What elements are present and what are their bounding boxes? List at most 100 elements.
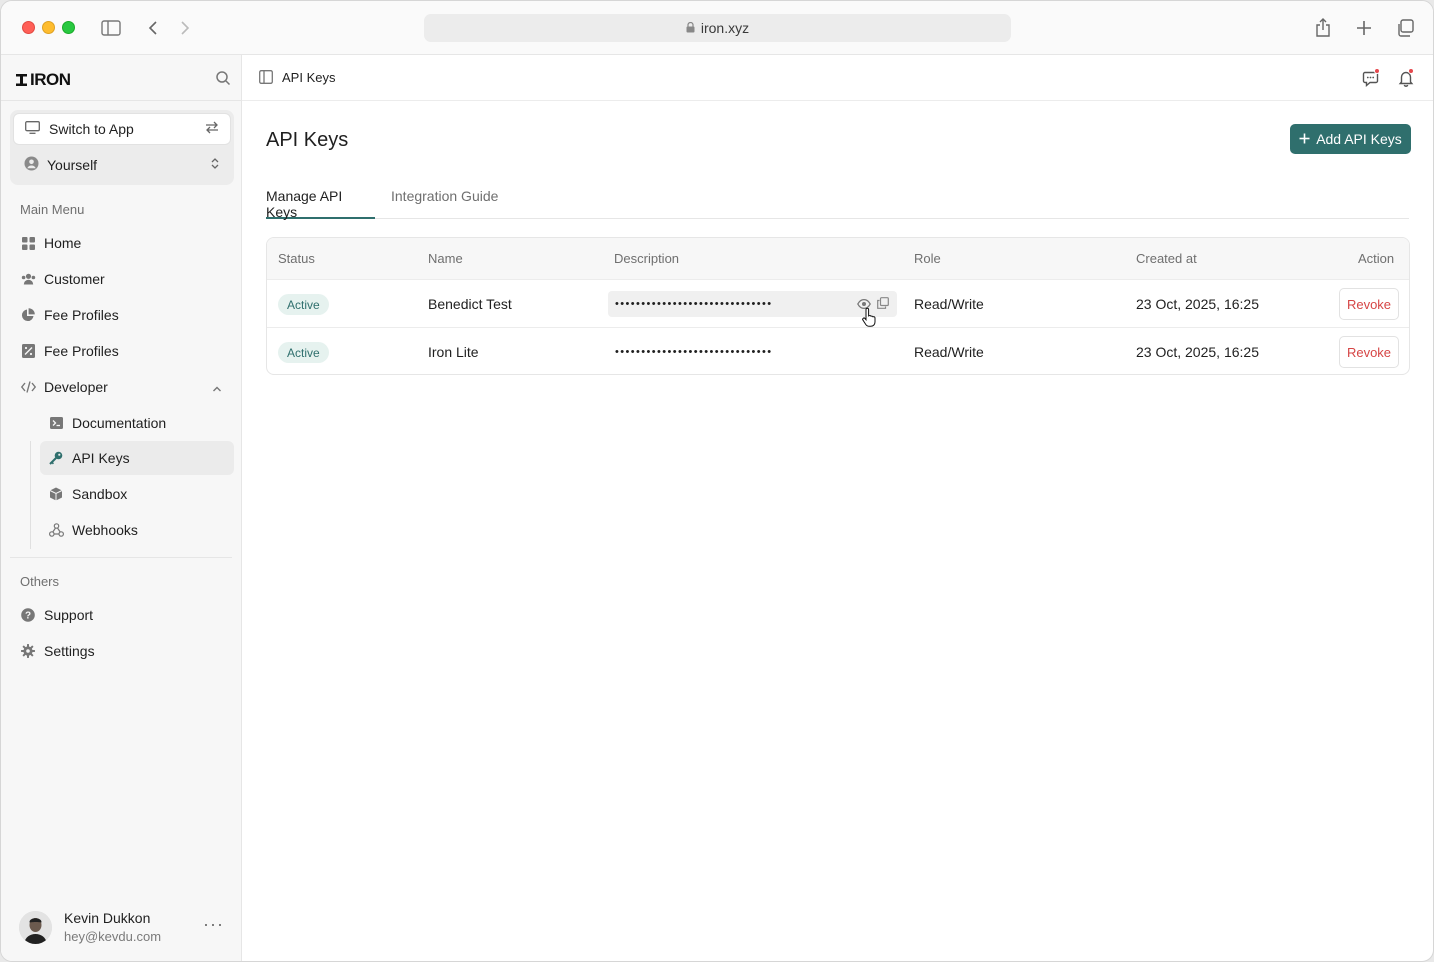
browser-toolbar: iron.xyz bbox=[1, 1, 1433, 55]
user-email: hey@kevdu.com bbox=[64, 929, 162, 944]
sidebar-item-label: Settings bbox=[44, 643, 95, 659]
key-created-at: 23 Oct, 2025, 16:25 bbox=[1136, 344, 1259, 360]
sidebar-item-developer[interactable]: Developer bbox=[12, 370, 234, 404]
sidebar-item-fee-profiles[interactable]: Fee Profiles bbox=[12, 298, 234, 332]
revoke-button[interactable]: Revoke bbox=[1339, 336, 1399, 368]
minimize-window-button[interactable] bbox=[42, 21, 55, 34]
avatar bbox=[19, 910, 52, 944]
monitor-icon bbox=[25, 121, 40, 137]
sidebar-item-webhooks[interactable]: Webhooks bbox=[40, 513, 234, 547]
submenu-rail bbox=[30, 441, 31, 549]
sidebar-item-label: Home bbox=[44, 235, 82, 251]
close-window-button[interactable] bbox=[22, 21, 35, 34]
maximize-window-button[interactable] bbox=[62, 21, 75, 34]
revoke-button[interactable]: Revoke bbox=[1339, 288, 1399, 320]
key-created-at: 23 Oct, 2025, 16:25 bbox=[1136, 296, 1259, 312]
panel-toggle-icon[interactable] bbox=[259, 70, 273, 89]
switch-to-app-label: Switch to App bbox=[49, 121, 134, 137]
sidebar: IRON Switch to App Yourself Main Menu Ho… bbox=[1, 55, 242, 961]
tab-overview-icon[interactable] bbox=[1394, 17, 1416, 39]
user-profile[interactable]: Kevin Dukkon hey@kevdu.com ··· bbox=[19, 909, 233, 945]
sidebar-item-fee-profiles-2[interactable]: Fee Profiles bbox=[12, 334, 234, 368]
sidebar-item-label: Developer bbox=[44, 379, 108, 395]
swap-icon bbox=[205, 121, 219, 137]
add-api-keys-label: Add API Keys bbox=[1316, 131, 1402, 147]
column-header-name: Name bbox=[428, 251, 463, 266]
key-role: Read/Write bbox=[914, 344, 984, 360]
page-title: API Keys bbox=[266, 129, 349, 151]
status-badge: Active bbox=[278, 294, 329, 315]
breadcrumb: API Keys bbox=[282, 70, 336, 85]
account-selector[interactable]: Yourself bbox=[13, 149, 231, 181]
tab-manage-api-keys[interactable]: Manage API Keys bbox=[266, 188, 375, 220]
column-header-status: Status bbox=[278, 251, 315, 266]
sidebar-item-label: Sandbox bbox=[72, 486, 128, 502]
more-options-icon[interactable]: ··· bbox=[203, 914, 224, 935]
chat-icon[interactable] bbox=[1362, 68, 1380, 88]
account-label: Yourself bbox=[47, 157, 98, 173]
column-header-description: Description bbox=[614, 251, 680, 266]
workspace-switcher: Switch to App Yourself bbox=[10, 110, 234, 185]
terminal-icon bbox=[48, 415, 64, 431]
user-name: Kevin Dukkon bbox=[64, 910, 151, 926]
sidebar-item-label: Webhooks bbox=[72, 522, 138, 538]
iron-logo-icon bbox=[16, 74, 27, 86]
sidebar-item-api-keys[interactable]: API Keys bbox=[40, 441, 234, 475]
code-icon bbox=[20, 379, 36, 395]
share-icon[interactable] bbox=[1312, 17, 1334, 39]
sidebar-item-label: Customer bbox=[44, 271, 105, 287]
column-header-action: Action bbox=[1358, 251, 1395, 266]
key-icon bbox=[48, 450, 64, 466]
back-icon[interactable] bbox=[142, 17, 164, 39]
sidebar-divider bbox=[1, 100, 241, 101]
table-row: Active Iron Lite •••••••••••••••••••••••… bbox=[267, 328, 1409, 374]
users-icon bbox=[20, 271, 36, 287]
grid-icon bbox=[20, 235, 36, 251]
masked-key-field[interactable]: •••••••••••••••••••••••••••••• bbox=[608, 339, 897, 365]
table-row: Active Benedict Test •••••••••••••••••••… bbox=[267, 280, 1409, 328]
copy-icon[interactable] bbox=[877, 297, 889, 314]
sidebar-item-customer[interactable]: Customer bbox=[12, 262, 234, 296]
box-icon bbox=[48, 486, 64, 502]
sidebar-item-settings[interactable]: Settings bbox=[12, 634, 234, 668]
tab-integration-guide[interactable]: Integration Guide bbox=[391, 188, 498, 219]
search-icon[interactable] bbox=[215, 70, 233, 88]
column-header-created-at: Created at bbox=[1136, 251, 1197, 266]
chevron-updown-icon bbox=[210, 157, 220, 173]
sidebar-item-support[interactable]: ? Support bbox=[12, 598, 234, 632]
column-header-role: Role bbox=[914, 251, 941, 266]
sidebar-item-sandbox[interactable]: Sandbox bbox=[40, 477, 234, 511]
masked-key-value: •••••••••••••••••••••••••••••• bbox=[615, 298, 773, 310]
sidebar-divider bbox=[10, 557, 232, 558]
sidebar-item-label: API Keys bbox=[72, 450, 130, 466]
key-role: Read/Write bbox=[914, 296, 984, 312]
masked-key-field[interactable]: •••••••••••••••••••••••••••••• bbox=[608, 291, 897, 317]
sidebar-item-label: Fee Profiles bbox=[44, 343, 119, 359]
others-heading: Others bbox=[20, 574, 60, 589]
main-menu-heading: Main Menu bbox=[20, 202, 85, 217]
switch-to-app-button[interactable]: Switch to App bbox=[13, 113, 231, 145]
forward-icon[interactable] bbox=[174, 17, 196, 39]
page-header: API Keys bbox=[242, 55, 1433, 101]
new-tab-icon[interactable] bbox=[1353, 17, 1375, 39]
notification-dot bbox=[1408, 68, 1414, 74]
bell-icon[interactable] bbox=[1397, 68, 1415, 87]
add-api-keys-button[interactable]: Add API Keys bbox=[1290, 124, 1411, 154]
status-badge: Active bbox=[278, 342, 329, 363]
api-keys-table: Status Name Description Role Created at … bbox=[266, 237, 1410, 375]
address-bar[interactable]: iron.xyz bbox=[424, 14, 1011, 42]
browser-window: iron.xyz IRON Switch to App Yourself Mai… bbox=[0, 0, 1434, 962]
key-name: Benedict Test bbox=[428, 296, 512, 312]
sidebar-item-label: Fee Profiles bbox=[44, 307, 119, 323]
user-circle-icon bbox=[24, 156, 39, 174]
chevron-up-icon bbox=[212, 379, 222, 395]
sidebar-item-documentation[interactable]: Documentation bbox=[40, 406, 234, 440]
gear-icon bbox=[20, 643, 36, 659]
brand-logo[interactable]: IRON bbox=[16, 70, 71, 90]
plus-icon bbox=[1299, 131, 1310, 147]
help-icon: ? bbox=[20, 607, 36, 623]
svg-text:?: ? bbox=[25, 611, 31, 622]
tab-bar: Manage API Keys Integration Guide bbox=[266, 181, 1409, 220]
sidebar-item-home[interactable]: Home bbox=[12, 226, 234, 260]
sidebar-toggle-icon[interactable] bbox=[100, 17, 122, 39]
